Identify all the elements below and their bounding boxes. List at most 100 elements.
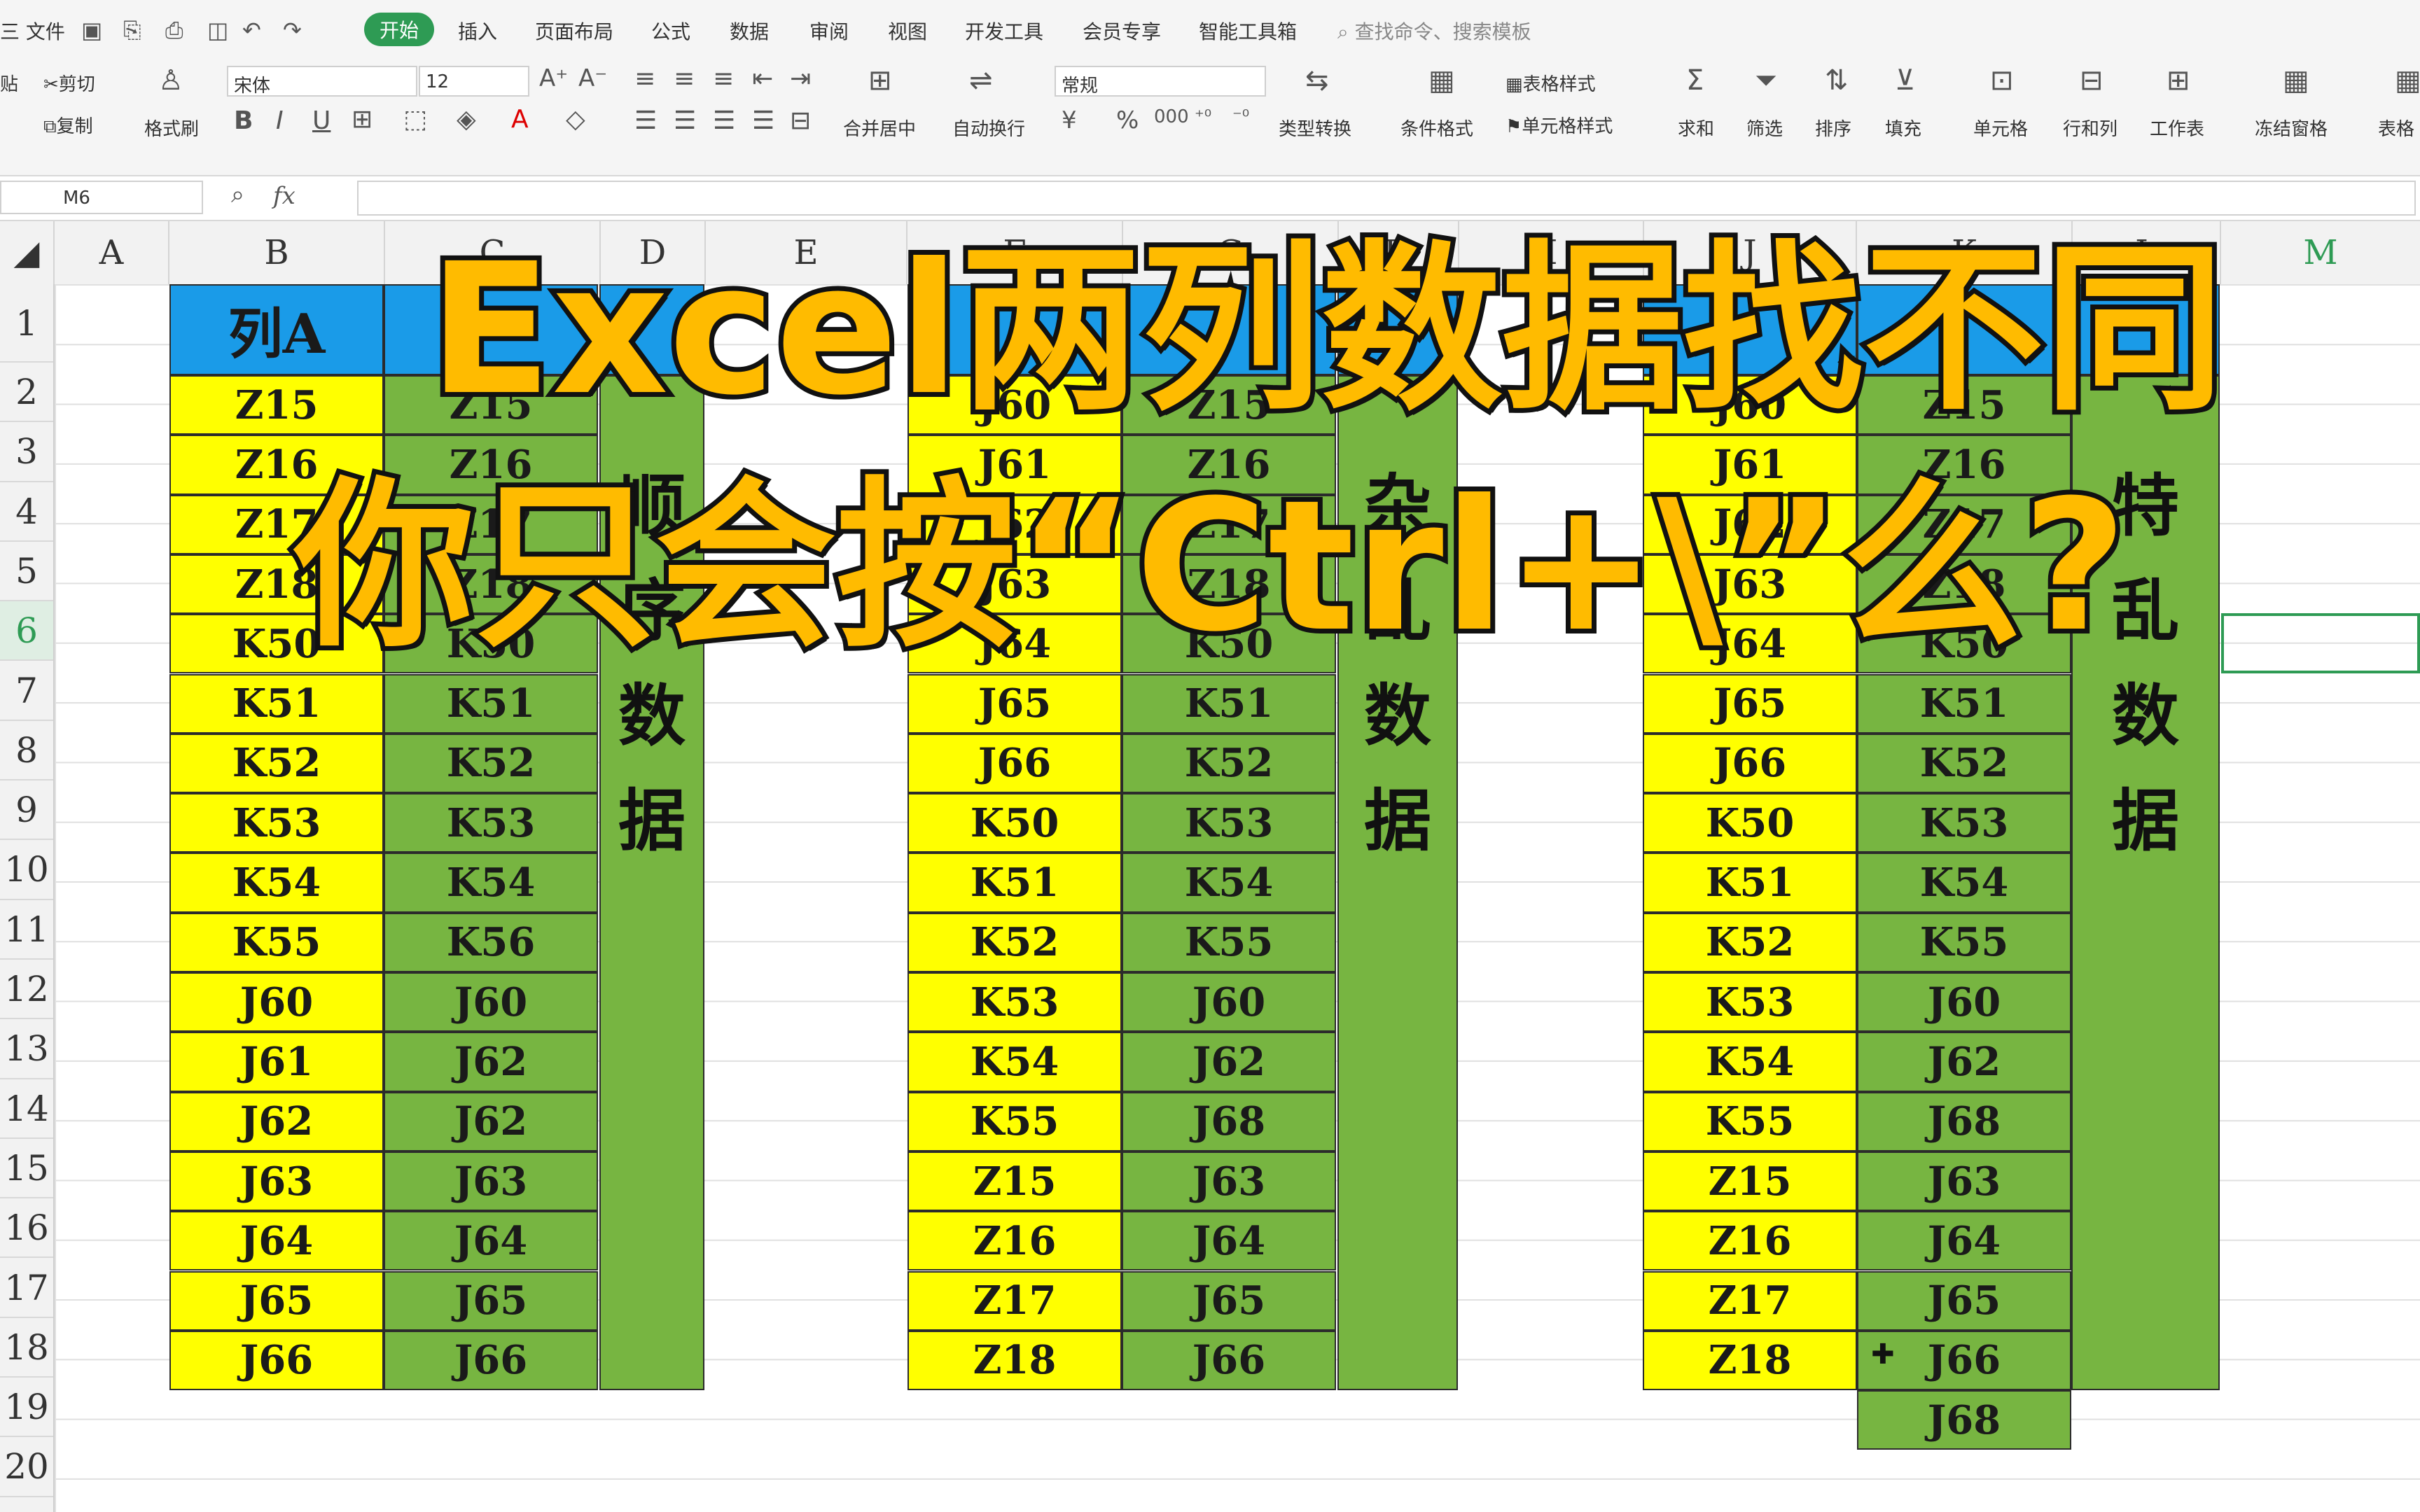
increase-font-icon[interactable]: A⁺ xyxy=(539,64,568,92)
data-cell[interactable]: K51 xyxy=(1643,853,1857,913)
col-header-a[interactable]: A xyxy=(55,221,169,284)
table-style-button[interactable]: ▦表格样式 xyxy=(1505,70,1596,96)
zoom-icon[interactable]: ⌕ xyxy=(231,181,244,209)
data-cell[interactable]: Z16 xyxy=(1643,1211,1857,1271)
row-header-1[interactable]: 1 xyxy=(0,284,53,363)
format-painter-icon[interactable]: ♙ xyxy=(158,64,183,97)
data-cell[interactable]: K54 xyxy=(1122,853,1336,913)
filter-button[interactable]: 筛选 xyxy=(1746,115,1783,141)
data-cell[interactable]: K52 xyxy=(1857,733,2071,794)
command-search[interactable]: ⌕ 查找命令、搜索模板 xyxy=(1337,17,1531,45)
data-cell[interactable]: J65 xyxy=(384,1270,598,1331)
decrease-font-icon[interactable]: A⁻ xyxy=(578,64,607,92)
align-bottom-icon[interactable]: ≡ xyxy=(713,64,734,93)
tab-view[interactable]: 视图 xyxy=(888,17,927,45)
cell-icon[interactable]: ⊡ xyxy=(1990,64,2014,97)
row-header-12[interactable]: 12 xyxy=(0,960,53,1020)
percent-icon[interactable]: % xyxy=(1116,106,1139,134)
copy-button[interactable]: ⧉复制 xyxy=(43,112,93,138)
select-all-corner[interactable]: ◢ xyxy=(0,221,55,284)
tab-page-layout[interactable]: 页面布局 xyxy=(535,17,613,45)
data-cell[interactable]: Z16 xyxy=(908,1211,1122,1271)
clear-icon[interactable]: ◇ xyxy=(566,105,585,134)
data-cell[interactable]: K56 xyxy=(384,912,598,972)
currency-icon[interactable]: ¥ xyxy=(1062,106,1077,134)
redo-icon[interactable]: ↷ xyxy=(283,17,302,43)
wrap-text-icon[interactable]: ⇌ xyxy=(969,64,993,97)
data-cell[interactable]: J65 xyxy=(169,1270,384,1331)
align-right-icon[interactable]: ☰ xyxy=(713,106,735,135)
data-cell[interactable]: J66 xyxy=(169,1330,384,1391)
row-header-19[interactable]: 19 xyxy=(0,1378,53,1438)
tab-developer[interactable]: 开发工具 xyxy=(965,17,1043,45)
data-cell[interactable]: J61 xyxy=(169,1032,384,1092)
tab-insert[interactable]: 插入 xyxy=(458,17,497,45)
row-header-14[interactable]: 14 xyxy=(0,1079,53,1139)
fill-button[interactable]: 填充 xyxy=(1885,115,1921,141)
row-header-7[interactable]: 7 xyxy=(0,662,53,721)
data-cell[interactable]: J64 xyxy=(169,1211,384,1271)
data-cell[interactable]: J62 xyxy=(169,1091,384,1152)
align-top-icon[interactable]: ≡ xyxy=(634,64,655,93)
data-cell[interactable]: K53 xyxy=(1857,793,2071,853)
data-cell[interactable]: J60 xyxy=(169,972,384,1032)
sort-button[interactable]: 排序 xyxy=(1815,115,1851,141)
fill-color-icon[interactable]: ◈ xyxy=(457,105,476,134)
row-header-17[interactable]: 17 xyxy=(0,1259,53,1318)
row-header-18[interactable]: 18 xyxy=(0,1318,53,1378)
data-cell[interactable]: J66 xyxy=(1122,1330,1336,1391)
data-cell[interactable]: J63 xyxy=(1857,1151,2071,1212)
paste-button-partial[interactable]: 贴 xyxy=(0,70,18,96)
border-icon[interactable]: ⊞ xyxy=(352,105,373,134)
row-header-15[interactable]: 15 xyxy=(0,1139,53,1199)
increase-decimal-icon[interactable]: ⁺⁰ xyxy=(1195,106,1211,127)
row-header-2[interactable]: 2 xyxy=(0,363,53,423)
data-cell[interactable]: K51 xyxy=(169,673,384,734)
conditional-format-button[interactable]: 条件格式 xyxy=(1400,115,1473,141)
data-cell[interactable]: J63 xyxy=(169,1151,384,1212)
data-cell[interactable]: J63 xyxy=(1122,1151,1336,1212)
row-header-20[interactable]: 20 xyxy=(0,1437,53,1497)
data-cell[interactable]: Z17 xyxy=(1643,1270,1857,1331)
data-cell[interactable]: K55 xyxy=(908,1091,1122,1152)
erase-format-icon[interactable]: ⬚ xyxy=(403,105,427,134)
data-cell[interactable]: K54 xyxy=(908,1032,1122,1092)
merge-center-button[interactable]: 合并居中 xyxy=(843,115,916,141)
number-format-select[interactable]: 常规 xyxy=(1055,66,1266,97)
cell-style-button[interactable]: ⚑单元格样式 xyxy=(1505,112,1613,138)
data-cell[interactable]: Z15 xyxy=(1643,1151,1857,1212)
data-cell[interactable]: J60 xyxy=(1857,972,2071,1032)
data-cell[interactable]: K55 xyxy=(1643,1091,1857,1152)
data-cell[interactable]: J68 xyxy=(1122,1091,1336,1152)
data-cell[interactable]: J64 xyxy=(384,1211,598,1271)
data-cell[interactable]: J62 xyxy=(384,1091,598,1152)
freeze-panes-icon[interactable]: ▦ xyxy=(2283,64,2309,97)
data-cell[interactable]: K54 xyxy=(169,853,384,913)
data-cell[interactable]: K53 xyxy=(1643,972,1857,1032)
data-cell[interactable]: K53 xyxy=(169,793,384,853)
data-cell[interactable]: J65 xyxy=(908,673,1122,734)
indent-decrease-icon[interactable]: ⇤ xyxy=(752,64,773,93)
data-cell[interactable]: K51 xyxy=(1857,673,2071,734)
data-cell[interactable]: K52 xyxy=(1122,733,1336,794)
decrease-decimal-icon[interactable]: ⁻⁰ xyxy=(1232,106,1249,127)
fx-icon[interactable]: fx xyxy=(273,182,295,210)
selected-cell-m6[interactable] xyxy=(2221,613,2420,673)
wrap-text-button[interactable]: 自动换行 xyxy=(952,115,1025,141)
data-cell[interactable]: K55 xyxy=(1857,912,2071,972)
format-painter-button[interactable]: 格式刷 xyxy=(144,115,199,141)
data-cell[interactable]: K51 xyxy=(908,853,1122,913)
data-cell[interactable]: J60 xyxy=(384,972,598,1032)
row-header-8[interactable]: 8 xyxy=(0,721,53,781)
data-cell[interactable]: J63 xyxy=(384,1151,598,1212)
font-size-select[interactable]: 12 xyxy=(419,66,529,97)
col-header-m[interactable]: M xyxy=(2221,221,2420,284)
data-cell[interactable]: J65 xyxy=(1643,673,1857,734)
undo-icon[interactable]: ↶ xyxy=(242,17,261,43)
table-icon[interactable]: ▦ xyxy=(2395,64,2420,97)
data-cell[interactable]: J68 xyxy=(1857,1390,2071,1450)
indent-increase-icon[interactable]: ⇥ xyxy=(790,64,811,93)
data-cell[interactable]: K54 xyxy=(384,853,598,913)
data-cell[interactable]: J66 xyxy=(908,733,1122,794)
data-cell[interactable]: K50 xyxy=(1643,793,1857,853)
